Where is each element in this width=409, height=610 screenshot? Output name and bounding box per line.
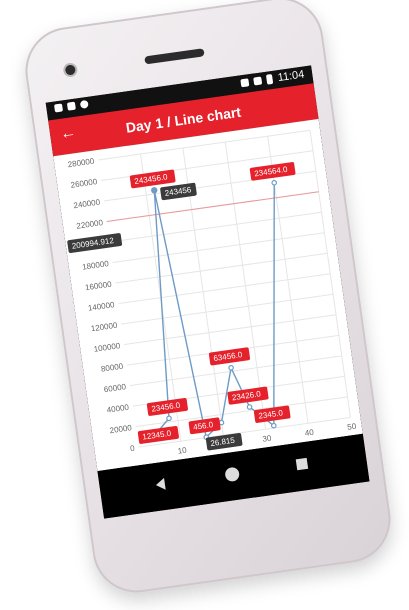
sd-card-icon — [66, 101, 76, 111]
data-label: 243456 — [160, 182, 197, 201]
highlight-marker — [151, 187, 158, 194]
y-tick-label: 260000 — [70, 177, 98, 190]
nav-back-icon[interactable] — [155, 477, 166, 492]
wifi-icon — [240, 78, 250, 88]
data-point — [270, 422, 277, 429]
y-tick-label: 20000 — [109, 423, 133, 435]
y-tick-label: 220000 — [76, 218, 104, 231]
data-label: 456.0 — [188, 417, 221, 435]
x-tick-label: 40 — [304, 428, 315, 438]
data-label: 243456.0 — [129, 169, 176, 189]
data-point — [271, 179, 278, 186]
chart-area: 0 20000 40000 60000 80000 100000 120000 140000 1… — [53, 118, 363, 472]
nav-home-icon[interactable] — [224, 466, 241, 483]
data-point — [246, 404, 253, 410]
x-gridline — [224, 142, 267, 430]
status-left — [53, 99, 89, 113]
phone-frame: 11:04 ← Day 1 / Line chart 0 20000 40000 60… — [19, 0, 397, 599]
battery-icon — [266, 73, 274, 85]
data-label: 234564.0 — [249, 162, 296, 181]
data-label: 23426.0 — [227, 386, 269, 405]
y-tick-label: 0 — [130, 444, 136, 454]
y-tick-label: 180000 — [82, 259, 110, 272]
data-point — [166, 415, 172, 422]
y-tick-label: 280000 — [67, 156, 95, 169]
y-tick-label: 40000 — [106, 403, 130, 415]
y-tick-label: 140000 — [87, 300, 115, 313]
status-time: 11:04 — [276, 68, 306, 85]
data-label: 23456.0 — [146, 397, 188, 416]
nav-recent-icon[interactable] — [295, 457, 309, 471]
data-label: 200994.912 — [67, 233, 123, 254]
data-label: 26.815 — [205, 433, 243, 451]
circle-notification-icon — [79, 99, 89, 109]
data-label: 12345.0 — [137, 426, 179, 444]
y-tick-label: 80000 — [100, 362, 124, 374]
data-label: 63456.0 — [208, 347, 251, 366]
y-tick-label: 100000 — [93, 341, 121, 354]
x-tick-label: 30 — [262, 434, 273, 444]
data-label: 2345.0 — [253, 405, 291, 423]
x-tick-label: 10 — [177, 445, 188, 455]
y-tick-label: 120000 — [90, 321, 118, 334]
y-tick-label: 60000 — [103, 382, 127, 394]
data-point — [228, 364, 234, 371]
settings-icon — [53, 103, 64, 113]
x-tick-label: 50 — [347, 422, 358, 432]
y-tick-label: 160000 — [84, 280, 112, 293]
line-chart: 0 20000 40000 60000 80000 100000 120000 140000 1… — [67, 129, 358, 456]
y-tick-label: 240000 — [73, 198, 101, 211]
signal-icon — [253, 76, 263, 86]
